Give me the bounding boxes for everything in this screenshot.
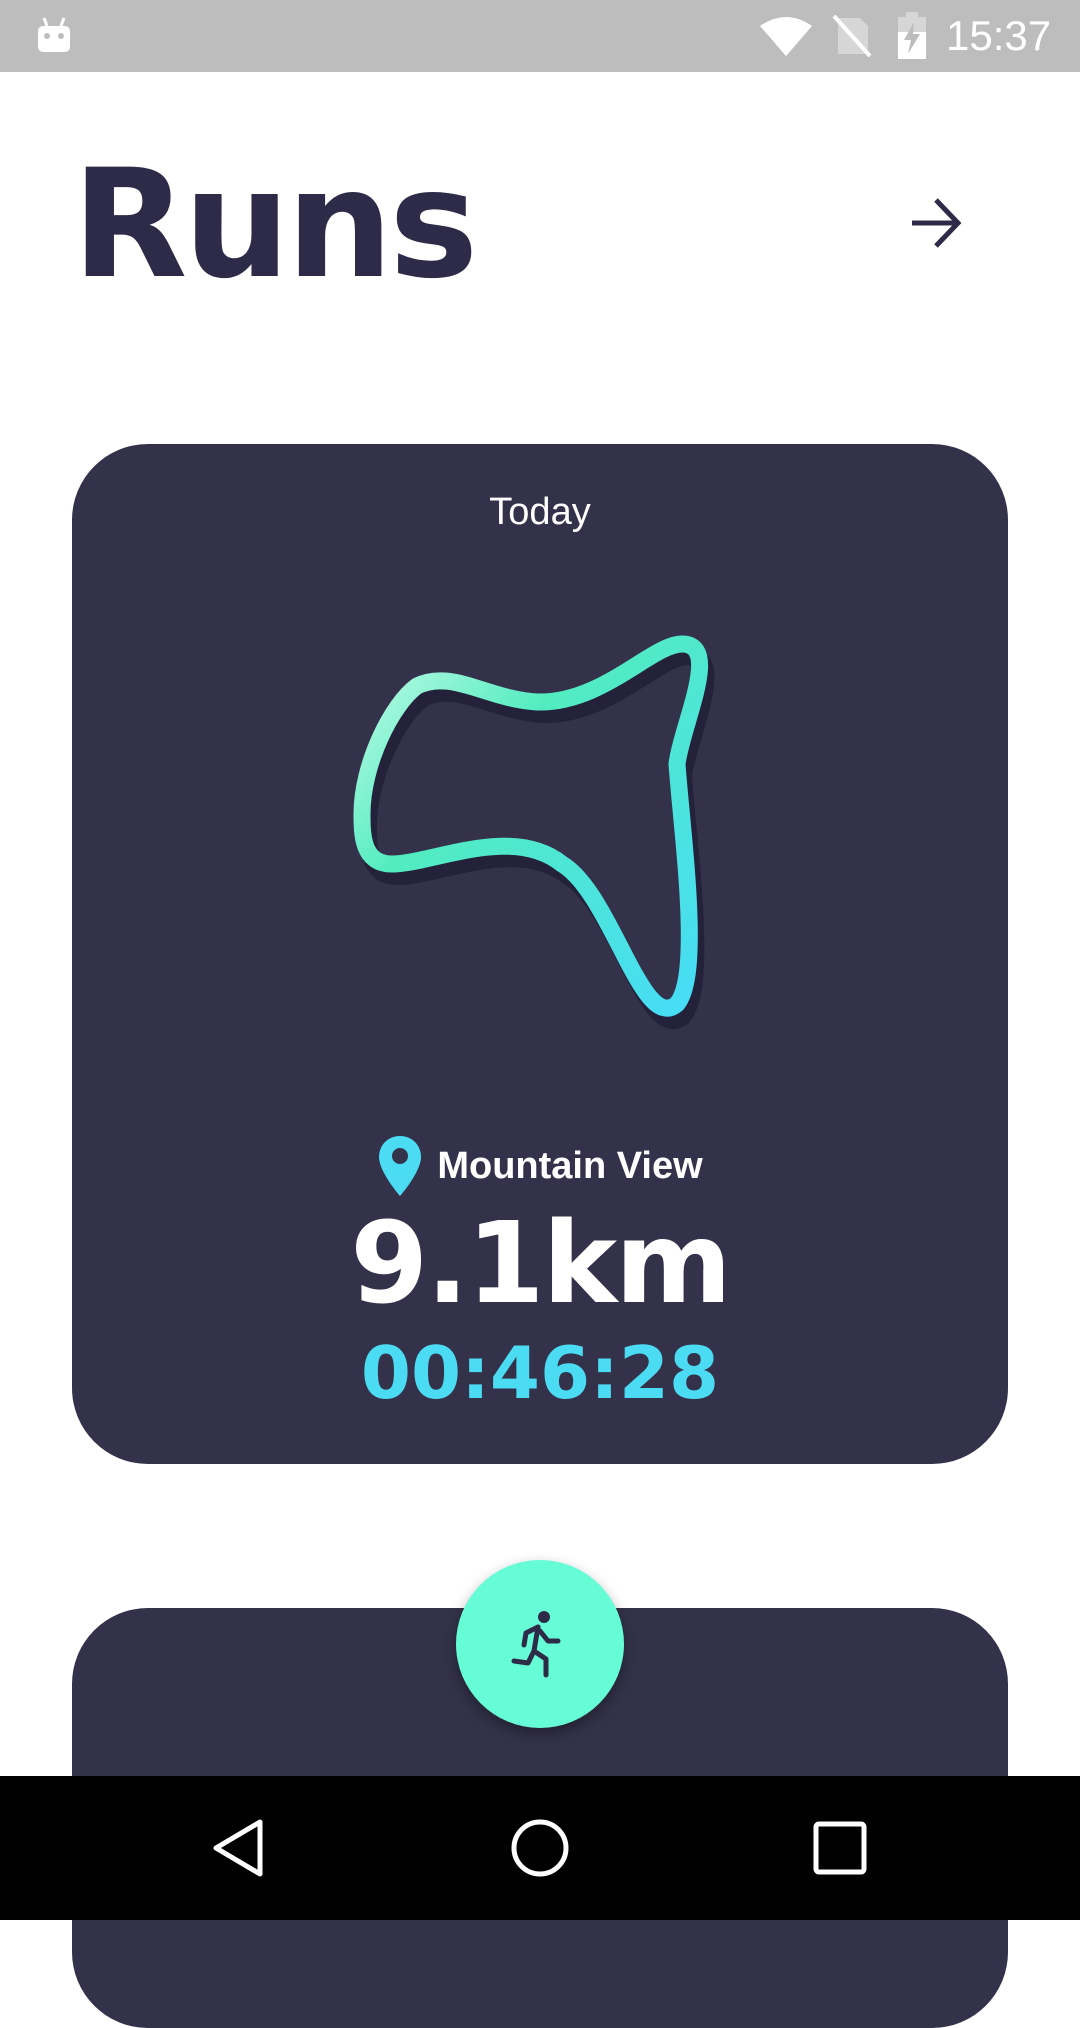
home-icon [511,1819,569,1877]
no-sim-icon [832,14,872,58]
run-date: Today [489,491,591,533]
page-title: Runs [72,138,478,312]
next-button[interactable] [900,188,970,258]
recents-icon [813,1821,867,1875]
distance-value: 9.1km [350,1199,732,1329]
recents-button[interactable] [804,1812,876,1884]
duration-value: 00:46:28 [360,1331,720,1415]
start-run-button[interactable] [456,1560,624,1728]
route-shadow [358,646,715,1029]
android-icon [38,17,70,52]
navigation-bar [0,1776,1080,1920]
status-time: 15:37 [946,12,1052,59]
arrow-right-icon [912,198,962,248]
wifi-icon [760,17,812,56]
location-label: Mountain View [437,1144,703,1187]
run-card[interactable]: Today Mountain View 9.1km 00:46:28 [72,444,1008,1464]
battery-charging-icon [898,12,926,59]
home-button[interactable] [504,1812,576,1884]
location-row: Mountain View [72,1134,1008,1198]
status-bar: 15:37 [0,0,1080,72]
route-path [353,635,708,1017]
back-button[interactable] [204,1812,276,1884]
route-map [353,635,715,1029]
back-icon [213,1819,263,1877]
run-icon [511,1611,561,1678]
location-pin-icon [379,1136,422,1196]
